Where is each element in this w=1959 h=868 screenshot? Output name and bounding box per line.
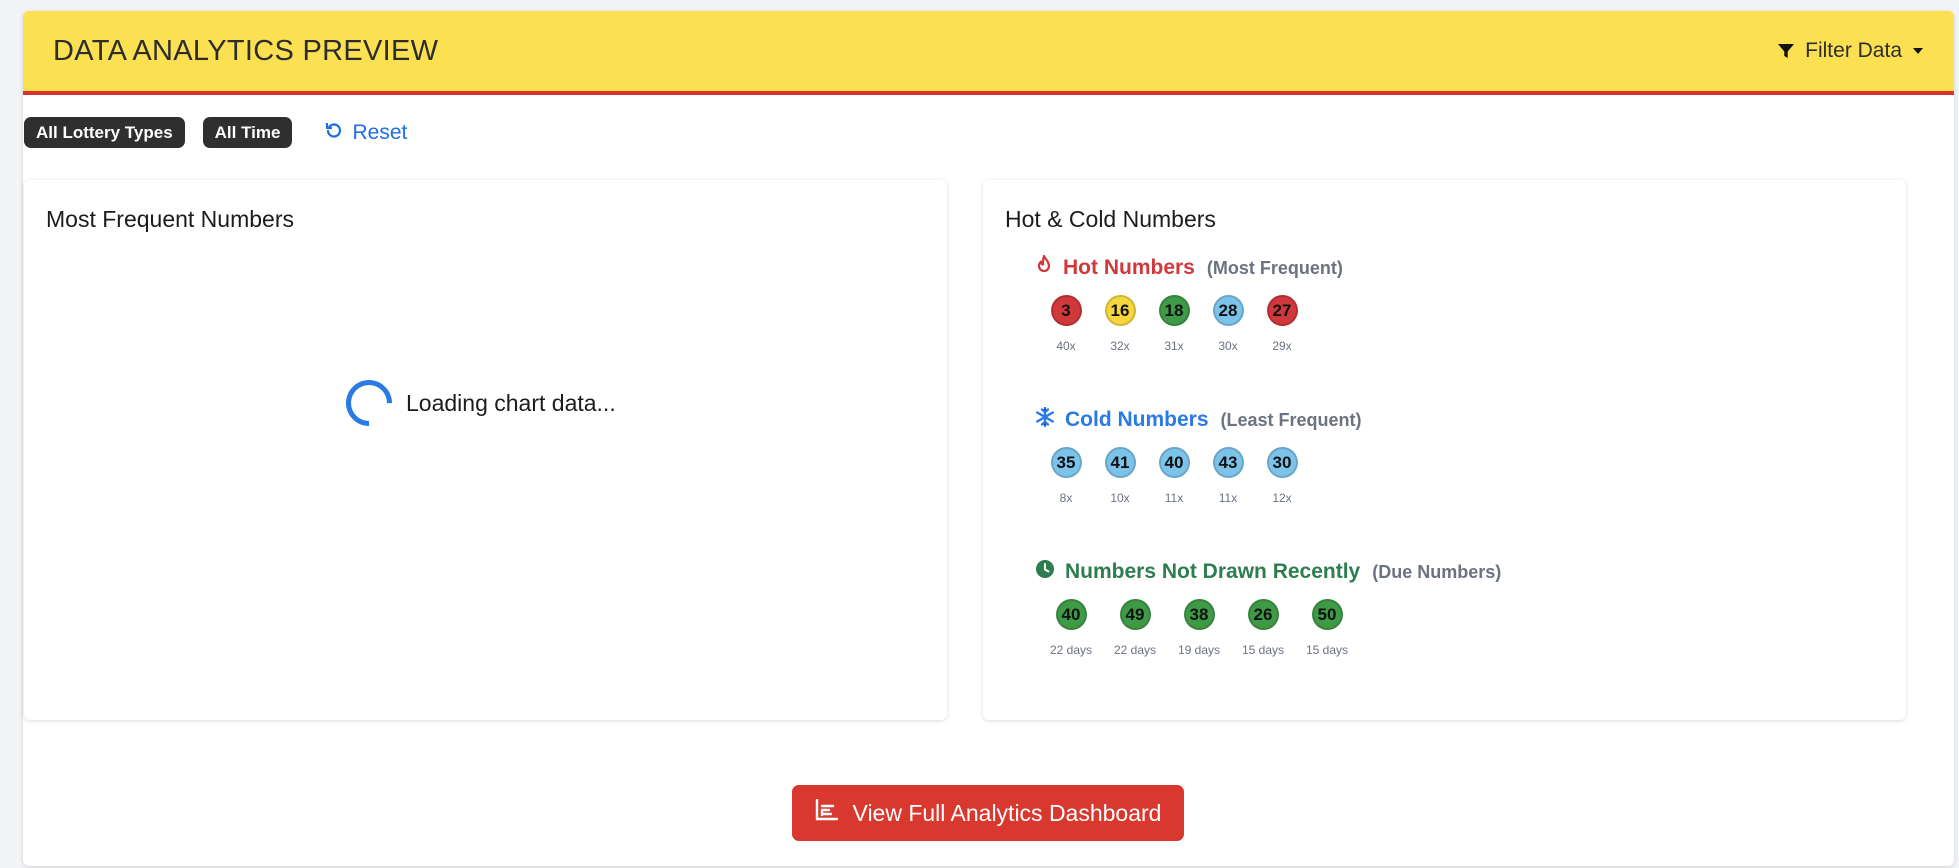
cold-numbers-section: Cold Numbers (Least Frequent) 35 8x 41 10x… [1035,406,1362,505]
cold-number-item: 30 12x [1255,447,1309,505]
hot-number-item: 18 31x [1147,295,1201,353]
number-ball: 16 [1104,295,1136,326]
hot-cold-panel: Hot & Cold Numbers Hot Numbers (Most Fre… [983,180,1906,720]
fire-icon [1035,254,1053,281]
number-ball: 27 [1266,295,1298,326]
view-full-dashboard-button[interactable]: View Full Analytics Dashboard [792,785,1184,841]
due-number-item: 49 22 days [1103,599,1167,657]
hot-number-item: 16 32x [1093,295,1147,353]
reset-label: Reset [352,120,408,144]
number-ball: 26 [1247,599,1279,630]
hot-number-item: 27 29x [1255,295,1309,353]
cold-number-item: 41 10x [1093,447,1147,505]
undo-icon [324,120,344,146]
number-ball: 18 [1158,295,1190,326]
cold-numbers-list: 35 8x 41 10x 40 11x 43 11x 30 12x [1039,447,1362,505]
days-since-label: 22 days [1113,643,1157,657]
number-ball: 43 [1212,447,1244,478]
frequency-label: 30x [1218,339,1238,353]
due-number-item: 40 22 days [1039,599,1103,657]
clock-icon [1035,559,1055,585]
frequency-label: 11x [1164,491,1184,505]
cold-number-item: 35 8x [1039,447,1093,505]
number-ball: 38 [1183,599,1215,630]
due-numbers-title: Numbers Not Drawn Recently [1065,560,1361,583]
card-header: DATA ANALYTICS PREVIEW Filter Data [23,11,1954,95]
due-number-item: 50 15 days [1295,599,1359,657]
number-ball: 35 [1050,447,1082,478]
number-ball: 40 [1158,447,1190,478]
snowflake-icon [1035,406,1055,433]
loading-spinner-icon [336,370,402,436]
number-ball: 3 [1050,295,1082,326]
days-since-label: 19 days [1177,643,1221,657]
filter-data-dropdown[interactable]: Filter Data [1777,39,1924,63]
most-frequent-title: Most Frequent Numbers [46,206,294,232]
hot-numbers-subtitle: (Most Frequent) [1206,257,1343,278]
frequency-label: 12x [1272,491,1292,505]
frequency-label: 32x [1110,339,1130,353]
filter-chip-lottery-type[interactable]: All Lottery Types [24,117,185,148]
loading-text: Loading chart data... [406,389,616,416]
filter-chip-time-range[interactable]: All Time [202,117,293,148]
number-ball: 28 [1212,295,1244,326]
page-title: DATA ANALYTICS PREVIEW [53,34,439,67]
hot-number-item: 28 30x [1201,295,1255,353]
cold-number-item: 43 11x [1201,447,1255,505]
frequency-label: 10x [1110,491,1130,505]
hot-numbers-title: Hot Numbers [1063,256,1195,279]
due-number-item: 26 15 days [1231,599,1295,657]
frequency-label: 31x [1164,339,1184,353]
days-since-label: 15 days [1305,643,1349,657]
filter-icon [1777,42,1795,60]
number-ball: 30 [1266,447,1298,478]
caret-down-icon [1912,47,1924,55]
due-number-item: 38 19 days [1167,599,1231,657]
reset-link[interactable]: Reset [324,120,407,146]
due-numbers-section: Numbers Not Drawn Recently (Due Numbers)… [1035,559,1501,657]
cold-numbers-subtitle: (Least Frequent) [1220,409,1362,430]
number-ball: 49 [1119,599,1151,630]
due-numbers-list: 40 22 days 49 22 days 38 19 days 26 15 days … [1039,599,1501,657]
number-ball: 50 [1311,599,1343,630]
hot-numbers-list: 3 40x 16 32x 18 31x 28 30x 27 29x [1039,295,1343,353]
active-filters: All Lottery Types All Time Reset [24,117,407,148]
hot-cold-title: Hot & Cold Numbers [1005,206,1216,232]
hot-number-item: 3 40x [1039,295,1093,353]
frequency-label: 11x [1218,491,1238,505]
number-ball: 41 [1104,447,1136,478]
due-numbers-subtitle: (Due Numbers) [1372,561,1502,582]
cold-numbers-title: Cold Numbers [1065,408,1209,431]
cold-number-item: 40 11x [1147,447,1201,505]
frequency-label: 40x [1056,339,1076,353]
view-full-dashboard-label: View Full Analytics Dashboard [852,799,1162,826]
days-since-label: 22 days [1049,643,1093,657]
number-ball: 40 [1055,599,1087,630]
frequency-label: 29x [1272,339,1292,353]
most-frequent-panel: Most Frequent Numbers Loading chart data… [24,180,947,720]
chart-loading: Loading chart data... [336,370,616,436]
frequency-label: 8x [1059,491,1073,505]
filter-data-label: Filter Data [1805,39,1902,62]
hot-numbers-section: Hot Numbers (Most Frequent) 3 40x 16 32x 1… [1035,254,1343,353]
days-since-label: 15 days [1241,643,1285,657]
bar-chart-icon [815,798,839,827]
